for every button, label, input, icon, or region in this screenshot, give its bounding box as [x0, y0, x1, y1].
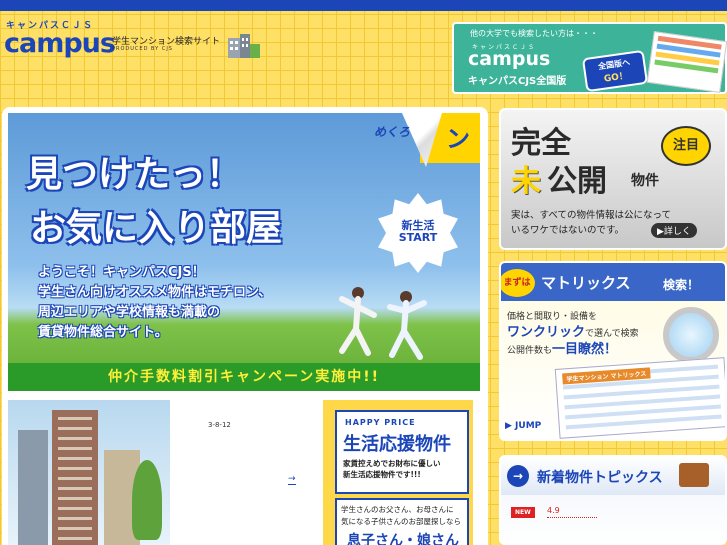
new-topics-card[interactable]: → 新着物件トピックス NEW 4.9	[499, 455, 727, 545]
unpublished-desc-line: 実は、すべての物件情報は公になって	[511, 210, 671, 221]
happy-desc-line: 家賃控えめでお財布に優しい	[343, 459, 441, 468]
new-badge: NEW	[511, 507, 535, 518]
one-click-text: ワンクリック	[507, 325, 586, 340]
matrix-sheet-image: 学生マンション マトリックス	[554, 357, 725, 439]
topic-date[interactable]: 4.9	[547, 506, 560, 515]
site-logo[interactable]: キャンパスＣＪＳ campus 学生マンション検索サイト PRODUCED BY…	[4, 18, 260, 64]
jump-button[interactable]: ▶ JUMP	[505, 421, 541, 431]
national-version-banner[interactable]: 他の大学でも検索したい方は・・・ キャンパスＣＪＳ campus キャンパスCJ…	[452, 22, 727, 94]
happy-price-panel[interactable]: HAPPY PRICE 生活応援物件 家賃控えめでお財布に優しい 新生活応援物件…	[323, 400, 473, 545]
topics-title: 新着物件トピックス	[537, 470, 663, 486]
flip-label: めくろ	[373, 125, 410, 139]
national-site-thumbnail	[646, 31, 727, 93]
banner-subtitle: キャンパスCJS全国版	[468, 76, 567, 87]
matrix-title: マトリックス	[541, 274, 631, 292]
unpublished-bukken: 物件	[631, 173, 659, 189]
flip-char: ン	[446, 125, 470, 153]
matrix-line2-rest: で選んで検索	[585, 329, 639, 339]
produced-by: PRODUCED BY CJS	[112, 46, 173, 52]
building-photo[interactable]	[8, 400, 170, 545]
go-national-button[interactable]: 全国版へ GO！	[581, 49, 649, 93]
jumping-students-image	[339, 287, 427, 360]
unpublished-kokai: 公開	[547, 164, 607, 199]
campaign-strip[interactable]: 仲介手数料割引キャンペーン実施中!!	[8, 363, 480, 391]
parents-box[interactable]: 学生さんのお父さん、お母さんに 気になる子供さんのお部屋探しなら 息子さん・娘さ…	[335, 498, 469, 545]
hero-banner[interactable]: 見つけたっ！ お気に入り部屋 めくろ ン 新生活 START ようこそ！キャンパ…	[8, 113, 480, 391]
parents-line: 気になる子供さんのお部屋探しなら	[341, 517, 461, 526]
matrix-line1: 価格と間取り・設備を	[507, 312, 598, 322]
details-button[interactable]: ▶詳しく	[651, 223, 697, 238]
arrow-circle-icon: →	[507, 465, 529, 487]
new-life-badge: 新生活 START	[378, 193, 458, 273]
matrix-search-label: 検索！	[663, 278, 700, 292]
unpublished-mi: 未	[511, 164, 541, 199]
matrix-search-card[interactable]: まずは マトリックス 検索！ 価格と間取り・設備を ワンクリックで選んで検索 公…	[499, 261, 727, 441]
parents-desc: 学生さんのお父さん、お母さんに 気になる子供さんのお部屋探しなら	[341, 504, 461, 528]
matrix-line3: 公開件数も	[507, 346, 553, 356]
topic-underline	[547, 517, 597, 518]
welcome-line: 周辺エリアや学校情報も満載の	[38, 305, 221, 320]
attention-badge: 注目	[661, 126, 711, 166]
suitcase-icon	[679, 463, 709, 487]
welcome-line: 賃貸物件総合サイト。	[38, 325, 168, 340]
banner-wordmark: campus	[468, 48, 551, 70]
listing-address: 3-8-12	[208, 421, 231, 429]
banner-question: 他の大学でも検索したい方は・・・	[470, 29, 598, 38]
first-badge: まずは	[501, 269, 535, 297]
happy-price-desc: 家賃控えめでお財布に優しい 新生活応援物件です!!!	[343, 458, 441, 480]
welcome-line: 学生さん向けオススメ物件はモチロン、	[38, 285, 272, 300]
hero-headline-1: 見つけたっ！	[26, 154, 243, 195]
happy-price-label: HAPPY PRICE	[345, 418, 416, 427]
at-a-glance-text: 一目瞭然！	[552, 342, 618, 357]
hero-headline-2: お気に入り部屋	[30, 208, 283, 249]
welcome-text: ようこそ！キャンパスCJS！ 学生さん向けオススメ物件はモチロン、 周辺エリアや…	[38, 263, 271, 343]
happy-price-box[interactable]: HAPPY PRICE 生活応援物件 家賃控えめでお財布に優しい 新生活応援物件…	[335, 410, 469, 494]
magnifier-icon	[663, 307, 719, 363]
happy-price-title: 生活応援物件	[343, 434, 451, 455]
welcome-line: ようこそ！キャンパスCJS！	[38, 265, 205, 280]
parents-line: 学生さんのお父さん、お母さんに	[341, 505, 454, 514]
top-bar	[0, 0, 727, 11]
building-icon	[228, 34, 260, 58]
unpublished-properties-card[interactable]: 完全 未 公開 物件 注目 実は、すべての物件情報は公になって いるワケではない…	[499, 108, 727, 250]
logo-wordmark: campus	[4, 28, 116, 59]
matrix-desc: 価格と間取り・設備を ワンクリックで選んで検索 公開件数も一目瞭然！	[507, 309, 639, 359]
badge-line2: START	[398, 231, 438, 244]
listing-arrow-link[interactable]: →	[288, 474, 296, 485]
sons-daughters-heading: 息子さん・娘さん	[347, 533, 459, 545]
happy-desc-line: 新生活応援物件です!!!	[343, 470, 421, 479]
go-line2: GO！	[603, 71, 629, 85]
